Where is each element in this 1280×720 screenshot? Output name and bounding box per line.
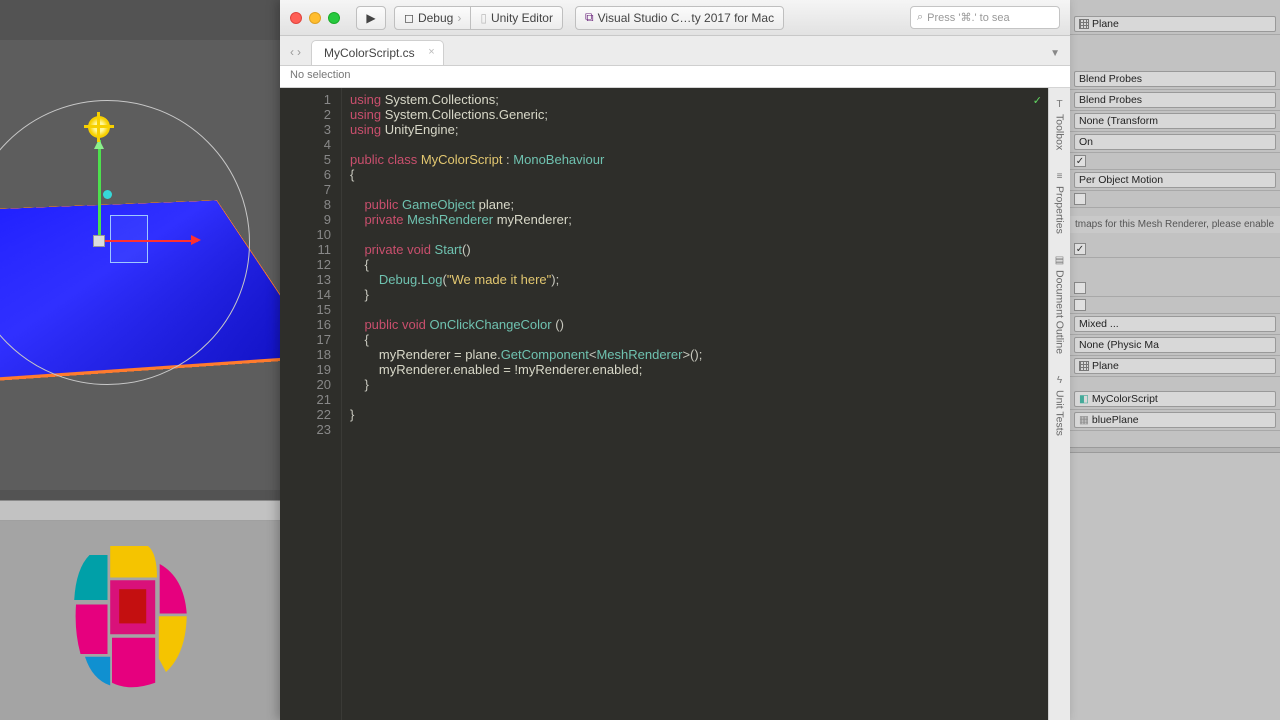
plane-ref-field[interactable]: ▦bluePlane (1074, 412, 1276, 428)
visual-studio-window: ▶ ◻Debug› ▯Unity Editor ⧉Visual Studio C… (280, 0, 1070, 720)
zoom-window-button[interactable] (328, 12, 340, 24)
minimize-window-button[interactable] (309, 12, 321, 24)
script-icon: ◧ (1079, 393, 1089, 405)
device-icon: ▯ (480, 11, 487, 25)
properties-icon: ≡ (1053, 170, 1066, 183)
channel-logo (40, 528, 220, 708)
target-dropdown[interactable]: ▯Unity Editor (471, 6, 563, 30)
checkbox-d[interactable] (1074, 299, 1086, 311)
light-probes-field[interactable]: Blend Probes (1074, 71, 1276, 87)
cast-shadows-field[interactable]: On (1074, 134, 1276, 150)
toolbox-tab[interactable]: TToolbox (1051, 94, 1068, 154)
cooking-options-field[interactable]: Mixed ... (1074, 316, 1276, 332)
motion-vectors-field[interactable]: Per Object Motion (1074, 172, 1276, 188)
app-title: ⧉Visual Studio C…ty 2017 for Mac (575, 6, 784, 30)
nav-forward-button[interactable]: › (297, 45, 301, 59)
close-window-button[interactable] (290, 12, 302, 24)
breadcrumb-bar[interactable]: No selection (280, 66, 1070, 88)
checkbox-c[interactable] (1074, 282, 1086, 294)
unit-tests-tab[interactable]: ϟUnit Tests (1051, 370, 1068, 440)
code-editor[interactable]: ✓ 1234567891011121314151617181920212223 … (280, 88, 1048, 720)
material-header[interactable] (1070, 447, 1280, 453)
checkbox-a[interactable] (1074, 193, 1086, 205)
anchor-override-field[interactable]: None (Transform (1074, 113, 1276, 129)
gizmo-origin[interactable] (93, 235, 105, 247)
config-selector: ◻Debug› ▯Unity Editor (394, 6, 563, 30)
mesh-icon (1079, 361, 1089, 371)
file-tab[interactable]: MyColorScript.cs× (311, 40, 444, 65)
unity-inspector: Plane Blend Probes Blend Probes None (Tr… (1070, 0, 1280, 720)
play-icon: ▶ (366, 11, 375, 25)
gameobject-icon: ▦ (1079, 414, 1089, 426)
mesh-collider-field[interactable]: Plane (1074, 358, 1276, 374)
gizmo-x-axis[interactable] (98, 240, 198, 242)
vs-titlebar: ▶ ◻Debug› ▯Unity Editor ⧉Visual Studio C… (280, 0, 1070, 36)
gizmo-handle[interactable] (103, 190, 112, 199)
outline-icon: ▤ (1053, 254, 1066, 267)
script-field[interactable]: ◧MyColorScript (1074, 391, 1276, 407)
material-field[interactable]: None (Physic Ma (1074, 337, 1276, 353)
config-dropdown[interactable]: ◻Debug› (394, 6, 471, 30)
lightmap-warning: tmaps for this Mesh Renderer, please ena… (1070, 216, 1280, 233)
vs-tabbar: ‹ › MyColorScript.cs× ▼ (280, 36, 1070, 66)
mesh-icon (1079, 19, 1089, 29)
selection-rect (110, 215, 148, 263)
tests-icon: ϟ (1053, 374, 1066, 387)
doc-outline-tab[interactable]: ▤Document Outline (1051, 250, 1068, 358)
receive-shadows-check[interactable]: ✓ (1074, 155, 1086, 167)
unity-scene-view[interactable] (0, 40, 280, 490)
status-ok-icon: ✓ (1033, 94, 1042, 109)
global-search[interactable]: ⌕Press '⌘.' to sea (910, 6, 1060, 29)
line-gutter: 1234567891011121314151617181920212223 (280, 88, 342, 720)
vs-icon: ⧉ (585, 10, 594, 25)
code-content[interactable]: using System.Collections; using System.C… (342, 88, 1048, 720)
gizmo-y-axis[interactable] (98, 140, 101, 240)
toolbox-icon: T (1053, 98, 1066, 111)
vs-right-dock: TToolbox ≡Properties ▤Document Outline ϟ… (1048, 88, 1070, 720)
run-button[interactable]: ▶ (356, 6, 386, 30)
close-tab-button[interactable]: × (428, 46, 434, 58)
search-icon: ⌕ (917, 11, 923, 24)
reflection-probes-field[interactable]: Blend Probes (1074, 92, 1276, 108)
nav-back-button[interactable]: ‹ (290, 45, 294, 59)
light-icon[interactable] (88, 116, 110, 138)
stop-icon: ◻ (404, 11, 414, 25)
checkbox-b[interactable]: ✓ (1074, 243, 1086, 255)
window-controls (290, 12, 340, 24)
mesh-field[interactable]: Plane (1074, 16, 1276, 32)
tab-overflow-button[interactable]: ▼ (1040, 42, 1070, 65)
properties-tab[interactable]: ≡Properties (1051, 166, 1068, 238)
